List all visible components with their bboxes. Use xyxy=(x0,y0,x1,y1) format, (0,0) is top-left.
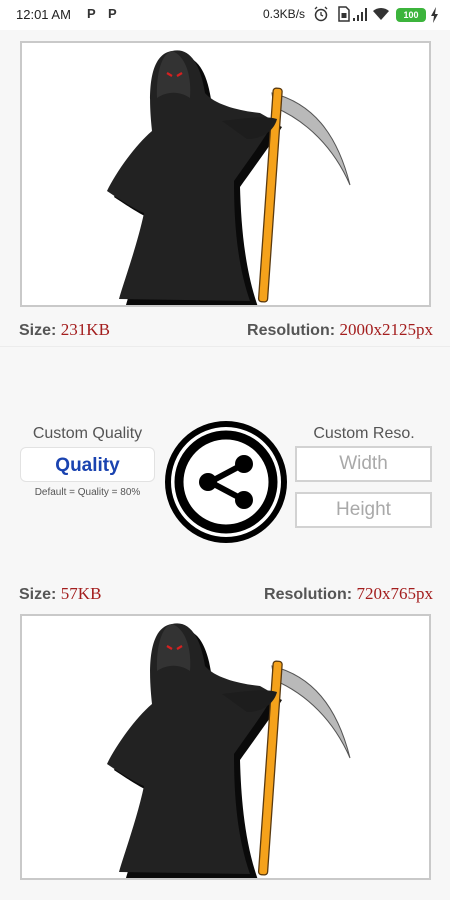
width-input[interactable]: Width xyxy=(295,446,432,482)
charging-icon xyxy=(431,7,438,23)
default-quality-note: Default = Quality = 80% xyxy=(34,487,141,498)
grim-reaper-image xyxy=(107,50,351,305)
custom-resolution-title: Custom Reso. xyxy=(313,425,415,442)
original-image-info: Size: 231KB Resolution: 2000x2125px xyxy=(19,320,433,342)
compressed-image-info: Size: 57KB Resolution: 720x765px xyxy=(19,584,433,606)
compressed-size-value: 57KB xyxy=(60,584,102,603)
size-label: Size: xyxy=(19,586,57,603)
signal-icon xyxy=(353,8,367,21)
quality-button[interactable]: Quality xyxy=(20,447,155,482)
wifi-icon xyxy=(373,7,389,20)
resolution-label: Resolution: xyxy=(264,586,353,603)
divider xyxy=(0,346,450,347)
network-speed: 0.3KB/s xyxy=(263,7,306,21)
parking-notification-icon: P xyxy=(108,6,117,21)
height-input[interactable]: Height xyxy=(295,492,432,528)
share-icon[interactable] xyxy=(165,421,287,543)
compressed-image-preview[interactable] xyxy=(20,614,431,880)
status-time: 12:01 AM xyxy=(16,7,71,22)
battery-icon: 100 xyxy=(396,8,426,22)
original-resolution-value: 2000x2125px xyxy=(339,320,434,339)
original-image-preview[interactable] xyxy=(20,41,431,307)
sim-card-icon xyxy=(338,6,350,22)
custom-quality-title: Custom Quality xyxy=(32,425,143,442)
grim-reaper-image xyxy=(107,623,351,878)
alarm-icon xyxy=(314,6,328,22)
resolution-label: Resolution: xyxy=(247,322,336,339)
size-label: Size: xyxy=(19,322,57,339)
parking-notification-icon: P xyxy=(87,6,96,21)
status-bar: 12:01 AM P P 0.3KB/s 100 xyxy=(0,0,450,30)
original-size-value: 231KB xyxy=(60,320,110,339)
compressed-resolution-value: 720x765px xyxy=(356,584,434,603)
